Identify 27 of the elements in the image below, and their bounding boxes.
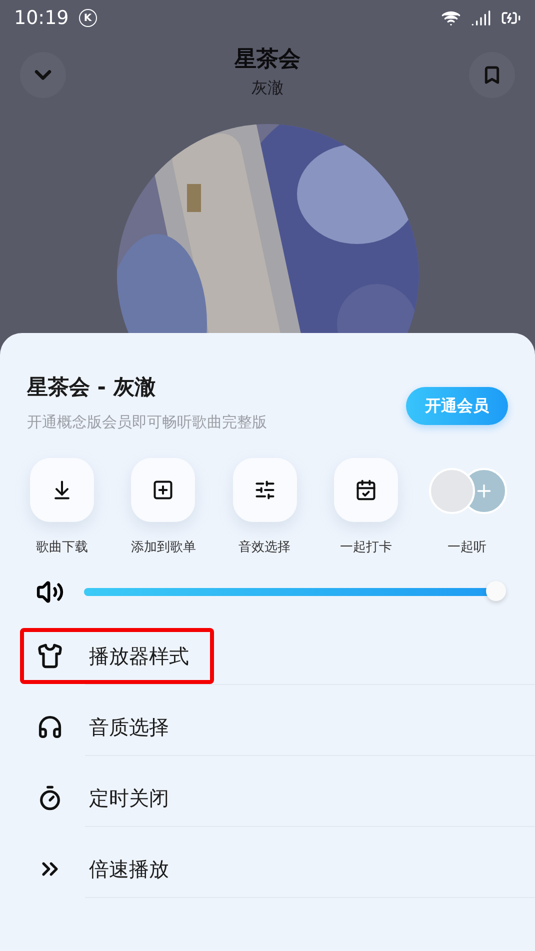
menu-item[interactable]: 音质选择: [20, 699, 535, 755]
action-button[interactable]: 添加到歌单: [115, 458, 212, 556]
add-icon: [152, 479, 174, 501]
action-button[interactable]: 一起听: [419, 458, 515, 556]
calendar-check-icon: [354, 479, 377, 501]
menu-item[interactable]: 播放器样式: [20, 628, 214, 684]
clock: 10:19: [14, 7, 69, 29]
sheet-title: 星茶会 - 灰澈: [27, 374, 156, 401]
vip-hint: 开通概念版会员即可畅听歌曲完整版: [27, 413, 267, 432]
song-title: 星茶会: [234, 46, 300, 74]
signal-icon: [471, 8, 491, 28]
sliders-icon: [254, 479, 276, 501]
menu-item[interactable]: 定时关闭: [20, 770, 535, 826]
status-badge: K: [78, 9, 97, 27]
bookmark-icon: [482, 65, 502, 85]
headphones-icon: [37, 714, 63, 740]
action-button[interactable]: 歌曲下载: [14, 458, 110, 556]
action-button[interactable]: 音效选择: [216, 458, 312, 556]
action-button[interactable]: 一起打卡: [318, 458, 414, 556]
artist-name: 灰澈: [252, 78, 284, 99]
bookmark-button[interactable]: [469, 52, 515, 98]
slider-thumb[interactable]: [486, 581, 506, 601]
avatar: [429, 468, 475, 514]
collapse-button[interactable]: [20, 52, 66, 98]
shirt-icon: [37, 643, 63, 669]
timer-icon: [37, 785, 63, 811]
menu-item[interactable]: 倍速播放: [20, 841, 535, 897]
